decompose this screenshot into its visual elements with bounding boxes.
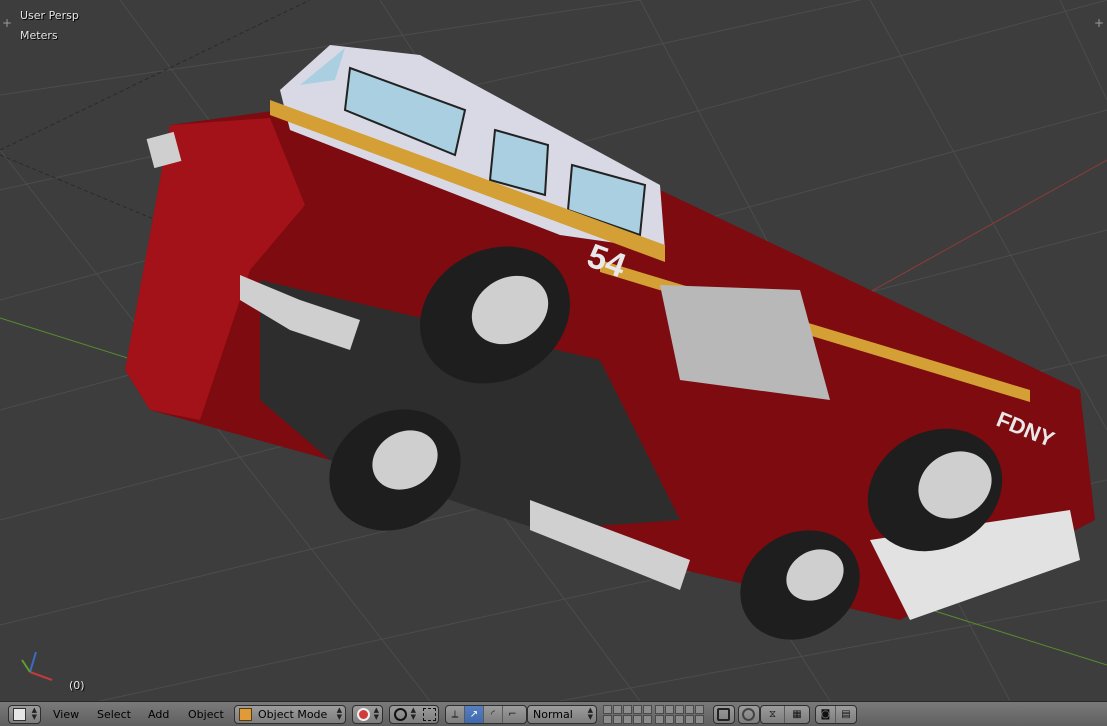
menu-object[interactable]: Object bbox=[188, 705, 224, 724]
manipulator-group: ⟂ ↗ ◜ ⌐ bbox=[445, 705, 527, 724]
viewport-header: ▲ ▼ View Select Add Object Object Mode ▲ ▼… bbox=[0, 701, 1107, 726]
opengl-render-icon[interactable]: ◙ bbox=[816, 706, 837, 723]
3d-viewport[interactable]: 54 FDNY User Persp Meters (0) + + bbox=[0, 0, 1107, 701]
render-group: ◙ ▤ bbox=[815, 705, 857, 724]
menu-view[interactable]: View bbox=[53, 705, 79, 724]
snap-icon[interactable]: ⧖ bbox=[761, 706, 785, 723]
dropdown-arrows-icon: ▲ ▼ bbox=[587, 706, 593, 721]
viewport-shading-icon bbox=[357, 708, 370, 721]
region-split-icon[interactable]: + bbox=[1094, 17, 1104, 29]
mode-label: Object Mode bbox=[258, 708, 328, 721]
region-split-icon[interactable]: + bbox=[2, 17, 12, 29]
rotate-manipulator-icon[interactable]: ◜ bbox=[484, 706, 503, 723]
dropdown-arrows-icon: ▲ ▼ bbox=[336, 706, 342, 721]
mode-selector[interactable]: Object Mode ▲ ▼ bbox=[234, 705, 346, 724]
3d-view-icon bbox=[13, 708, 26, 721]
orientation-label: Normal bbox=[533, 708, 573, 721]
dropdown-arrows-icon: ▲ ▼ bbox=[410, 706, 416, 721]
translate-manipulator-icon[interactable]: ↗ bbox=[465, 706, 484, 723]
pivot-point-icon bbox=[394, 708, 407, 721]
frame-label: (0) bbox=[69, 679, 85, 692]
layers-left-block[interactable] bbox=[603, 705, 652, 724]
scale-manipulator-icon[interactable]: ⌐ bbox=[503, 706, 522, 723]
dropdown-arrows-icon: ▲ ▼ bbox=[31, 706, 37, 721]
dropdown-arrows-icon: ▲ ▼ bbox=[373, 706, 379, 721]
units-label: Meters bbox=[20, 29, 58, 42]
menu-add[interactable]: Add bbox=[148, 705, 169, 724]
axis-gizmo bbox=[21, 651, 53, 681]
viewport-scene: 54 FDNY bbox=[0, 0, 1107, 701]
lock-layers-icon bbox=[717, 708, 730, 721]
view-name-label: User Persp bbox=[20, 9, 79, 22]
proportional-edit-icon bbox=[742, 708, 755, 721]
pivot-only-origins-icon bbox=[423, 708, 436, 721]
pivot-point-button[interactable]: ▲ ▼ bbox=[389, 705, 439, 724]
lock-layers-button[interactable] bbox=[713, 705, 735, 724]
opengl-animation-icon[interactable]: ▤ bbox=[836, 706, 856, 723]
editor-type-button[interactable]: ▲ ▼ bbox=[8, 705, 41, 724]
manipulator-icon[interactable]: ⟂ bbox=[446, 706, 465, 723]
layers-right-block[interactable] bbox=[655, 705, 704, 724]
object-mode-icon bbox=[239, 708, 252, 721]
snap-group: ⧖ ▦ bbox=[760, 705, 810, 724]
menu-select[interactable]: Select bbox=[97, 705, 131, 724]
transform-orientation-selector[interactable]: Normal ▲ ▼ bbox=[527, 705, 597, 724]
snap-target-icon[interactable]: ▦ bbox=[785, 706, 809, 723]
viewport-shading-button[interactable]: ▲ ▼ bbox=[352, 705, 383, 724]
proportional-edit-button[interactable] bbox=[738, 705, 760, 724]
